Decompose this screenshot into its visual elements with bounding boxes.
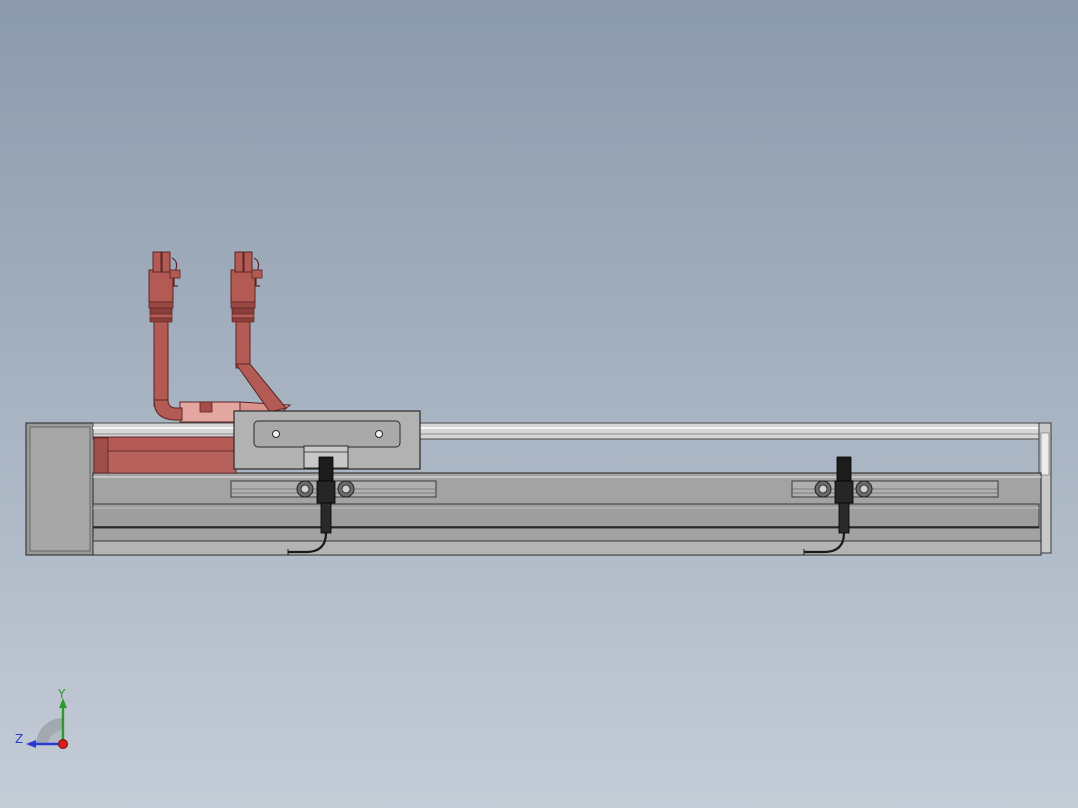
x-axis-dot <box>58 739 68 749</box>
view-orientation-triad[interactable]: Y Z <box>0 680 90 760</box>
linear-actuator-model[interactable] <box>0 0 1078 808</box>
y-axis-label: Y <box>57 687 66 701</box>
cad-viewport[interactable]: Y Z <box>0 0 1078 808</box>
z-axis-label: Z <box>15 732 23 746</box>
